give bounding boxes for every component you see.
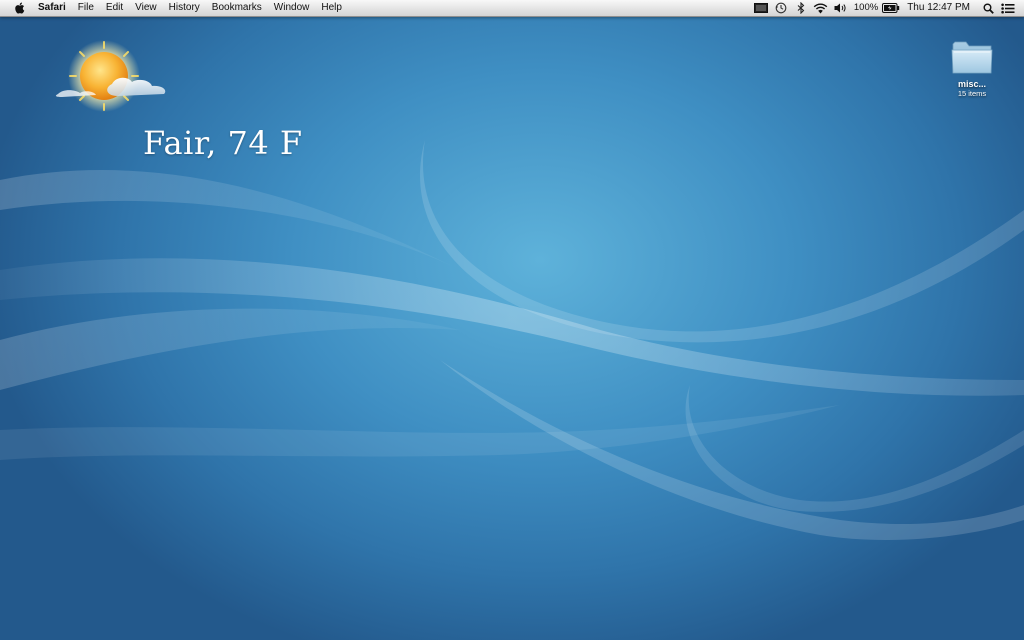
menu-window[interactable]: Window: [268, 0, 316, 16]
battery-percentage[interactable]: 100%: [851, 0, 881, 16]
menu-history[interactable]: History: [163, 0, 206, 16]
apple-icon[interactable]: [8, 0, 30, 16]
weather-widget[interactable]: Fair, 74 F: [50, 38, 310, 168]
time-machine-icon[interactable]: [772, 0, 790, 16]
weather-condition-text: Fair, 74 F: [143, 124, 303, 162]
bluetooth-icon[interactable]: [792, 0, 810, 16]
menu-bar-left: Safari File Edit View History Bookmarks …: [0, 0, 348, 16]
notification-list-icon[interactable]: [999, 0, 1017, 16]
menu-app-safari[interactable]: Safari: [30, 0, 72, 16]
folder-name[interactable]: misc...: [944, 79, 1000, 89]
desktop[interactable]: Safari File Edit View History Bookmarks …: [0, 0, 1024, 640]
menu-file[interactable]: File: [72, 0, 100, 16]
desktop-folder-misc[interactable]: misc... 15 items: [944, 38, 1000, 108]
display-icon[interactable]: [752, 0, 770, 16]
volume-icon[interactable]: [832, 0, 850, 16]
folder-icon[interactable]: [951, 38, 993, 76]
sun-with-cloud-icon: [54, 38, 174, 118]
folder-item-count: 15 items: [957, 89, 987, 98]
menu-edit[interactable]: Edit: [100, 0, 129, 16]
menu-bookmarks[interactable]: Bookmarks: [206, 0, 268, 16]
menu-bar: Safari File Edit View History Bookmarks …: [0, 0, 1024, 17]
menu-bar-right: 100% Thu 12:47 PM: [751, 0, 1024, 16]
battery-icon[interactable]: [882, 0, 900, 16]
wifi-icon[interactable]: [812, 0, 830, 16]
menu-clock[interactable]: Thu 12:47 PM: [901, 0, 978, 16]
spotlight-icon[interactable]: [979, 0, 997, 16]
menu-view[interactable]: View: [129, 0, 163, 16]
menu-help[interactable]: Help: [315, 0, 348, 16]
